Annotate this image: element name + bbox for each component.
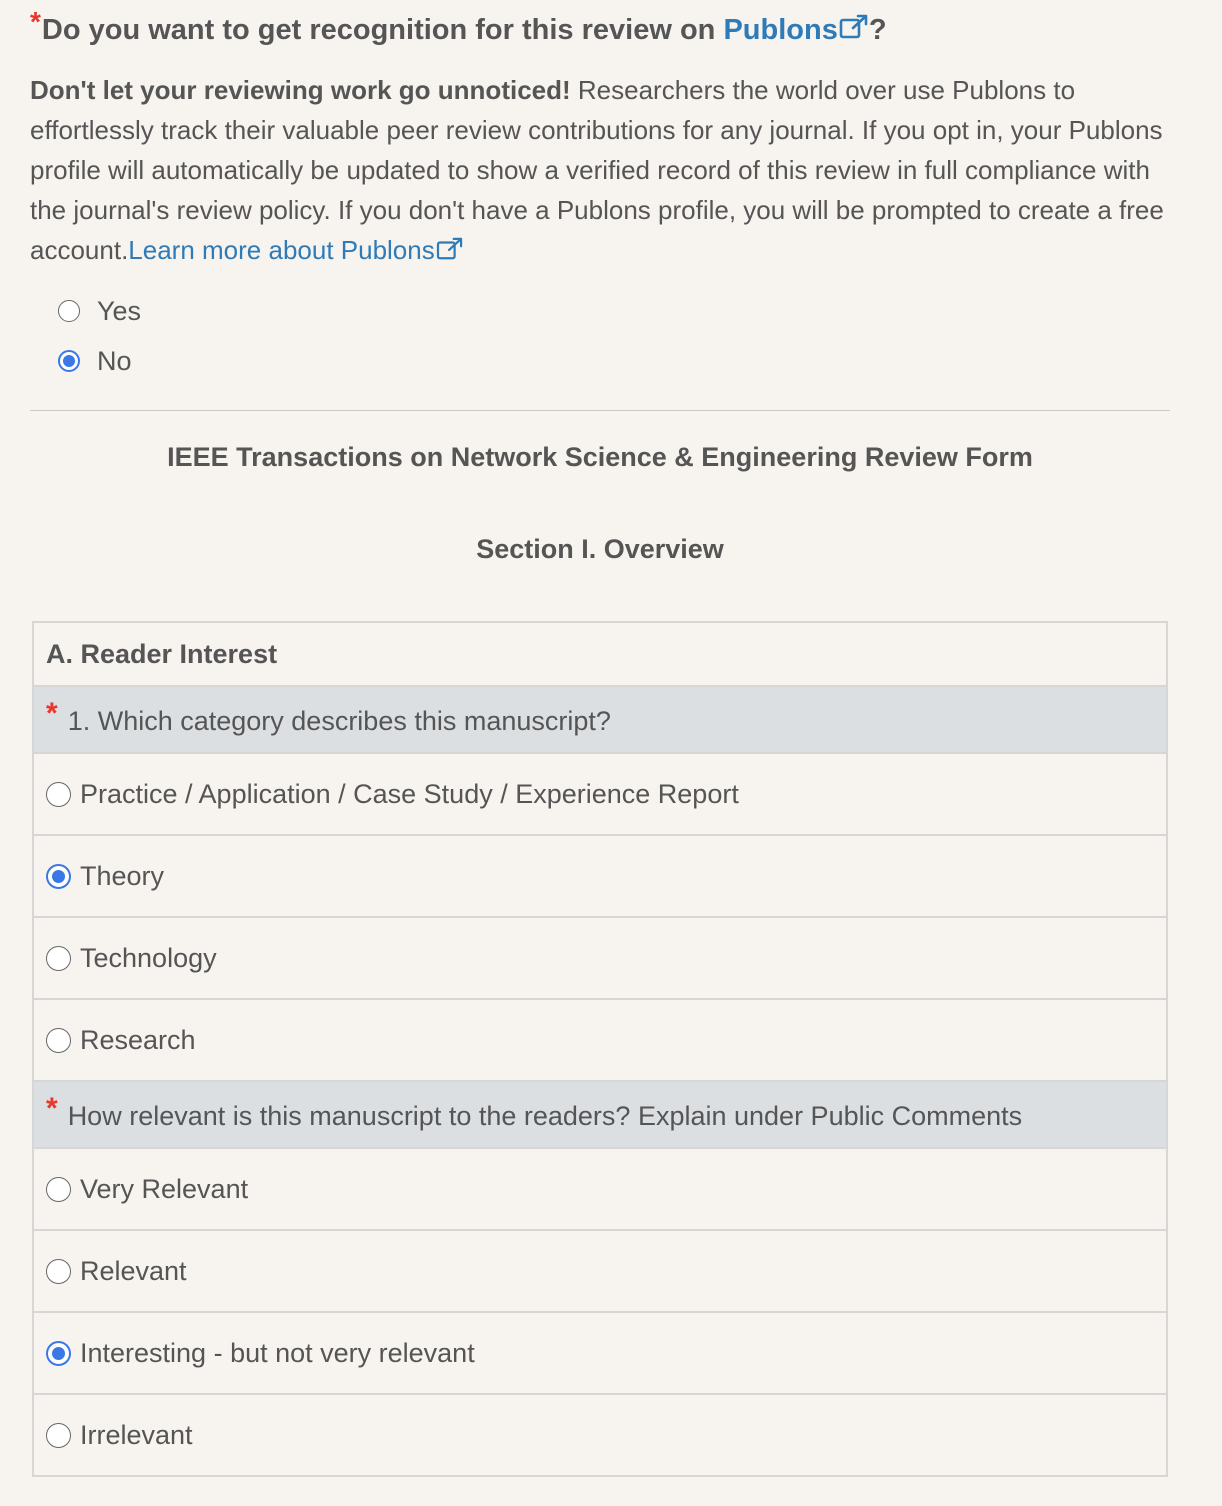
question-category-text: 1. Which category describes this manuscr… — [67, 706, 611, 736]
option-label: Relevant — [80, 1255, 187, 1286]
publons-link[interactable]: Publons — [723, 14, 868, 46]
section-title: Section I. Overview — [476, 534, 724, 564]
learn-more-link[interactable]: Learn more about Publons — [128, 235, 463, 265]
radio-button[interactable] — [46, 1176, 71, 1202]
review-form-table: A. Reader Interest * 1. Which category d… — [32, 621, 1168, 1477]
relevance-option-relevant[interactable]: Relevant — [34, 1229, 1166, 1311]
form-title: IEEE Transactions on Network Science & E… — [167, 442, 1033, 472]
divider — [30, 410, 1170, 411]
option-label: Theory — [80, 860, 165, 891]
option-label: Irrelevant — [80, 1419, 193, 1450]
group-title: A. Reader Interest — [46, 638, 278, 669]
publons-link-label: Publons — [723, 14, 838, 46]
radio-button[interactable] — [46, 781, 71, 807]
radio-button[interactable] — [58, 300, 80, 322]
required-asterisk-icon: * — [46, 1091, 58, 1125]
option-label: Research — [80, 1024, 196, 1055]
relevance-option-interesting[interactable]: Interesting - but not very relevant — [34, 1311, 1166, 1393]
option-label: Technology — [80, 942, 217, 973]
external-link-icon — [839, 14, 868, 39]
publons-question-text: Do you want to get recognition for this … — [41, 14, 724, 46]
publons-option-yes[interactable]: Yes — [58, 291, 141, 331]
category-option-research[interactable]: Research — [34, 998, 1166, 1080]
radio-button[interactable] — [46, 1258, 71, 1284]
question-relevance-text: How relevant is this manuscript to the r… — [67, 1101, 1023, 1131]
question-relevance: * How relevant is this manuscript to the… — [34, 1080, 1166, 1147]
option-label: Practice / Application / Case Study / Ex… — [80, 778, 739, 809]
publons-question-title: *Do you want to get recognition for this… — [30, 6, 1190, 48]
intro-bold-text: Don't let your reviewing work go unnotic… — [30, 75, 571, 105]
required-asterisk-icon: * — [46, 696, 58, 730]
option-label: Interesting - but not very relevant — [80, 1337, 475, 1368]
radio-button[interactable] — [46, 1422, 71, 1448]
publons-intro: Don't let your reviewing work go unnotic… — [30, 70, 1180, 270]
publons-option-no-label: No — [97, 345, 132, 376]
publons-option-yes-label: Yes — [97, 295, 142, 326]
relevance-option-very-relevant[interactable]: Very Relevant — [34, 1147, 1166, 1229]
category-option-technology[interactable]: Technology — [34, 916, 1166, 998]
learn-more-label: Learn more about Publons — [128, 235, 435, 265]
publons-option-no[interactable]: No — [58, 341, 132, 381]
external-link-icon — [436, 237, 462, 260]
option-label: Very Relevant — [80, 1173, 249, 1204]
category-option-practice[interactable]: Practice / Application / Case Study / Ex… — [34, 752, 1166, 834]
radio-button[interactable] — [46, 863, 71, 889]
radio-button[interactable] — [46, 1340, 71, 1366]
relevance-option-irrelevant[interactable]: Irrelevant — [34, 1393, 1166, 1475]
radio-button[interactable] — [46, 945, 71, 971]
required-asterisk-icon: * — [30, 6, 41, 37]
publons-question-suffix: ? — [868, 14, 887, 46]
radio-button[interactable] — [46, 1027, 71, 1053]
radio-button[interactable] — [58, 350, 80, 372]
question-category: * 1. Which category describes this manus… — [34, 685, 1166, 752]
category-option-theory[interactable]: Theory — [34, 834, 1166, 916]
